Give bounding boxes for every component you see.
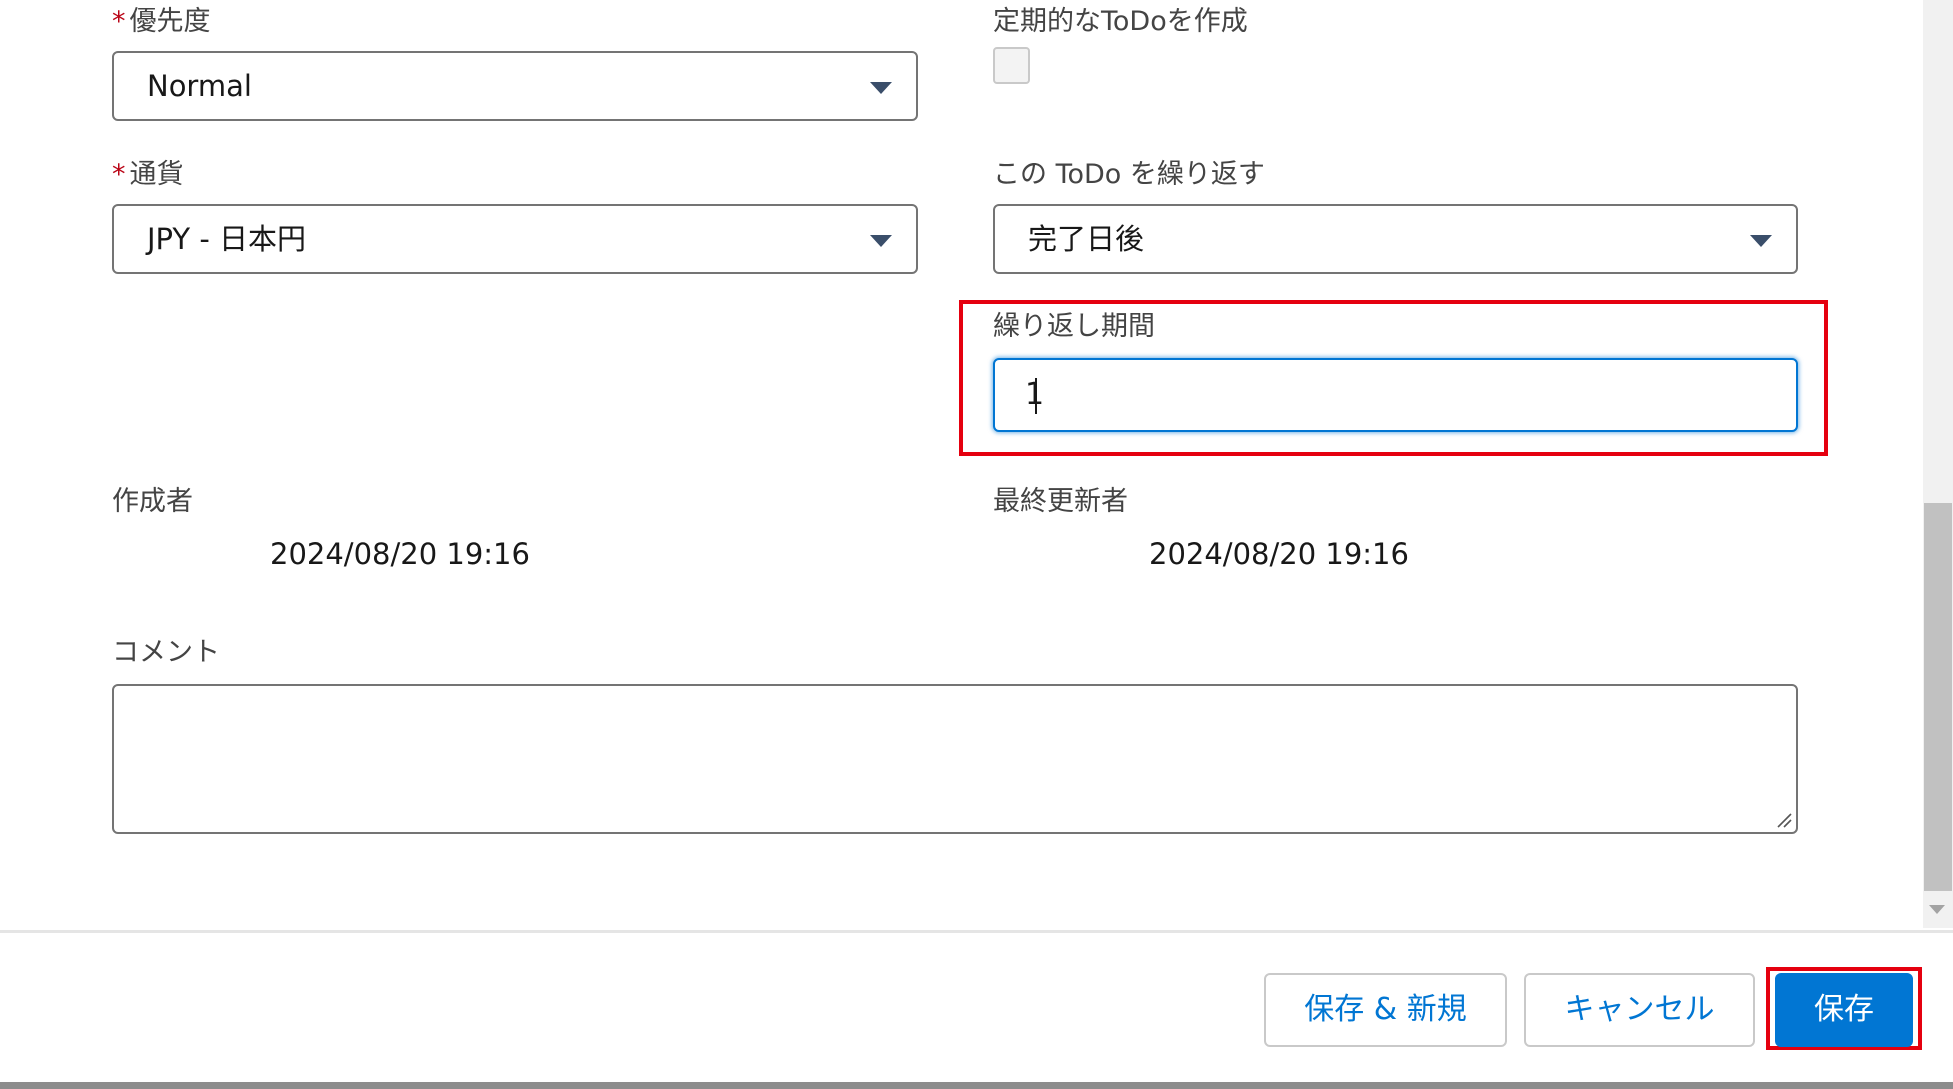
repeat-interval-label: 繰り返し期間 [993,311,1155,342]
comment-textarea[interactable] [112,684,1798,834]
repeat-todo-label: この ToDo を繰り返す [993,159,1265,190]
chevron-down-icon [1750,235,1772,247]
currency-select[interactable]: JPY - 日本円 [112,204,918,274]
created-by-label: 作成者 [112,486,193,517]
footer-bottom-bar [0,1082,1953,1089]
save-button[interactable]: 保存 [1775,973,1913,1047]
recurring-todo-label: 定期的なToDoを作成 [993,6,1248,37]
required-mark: * [112,6,126,37]
repeat-todo-select[interactable]: 完了日後 [993,204,1798,274]
resize-grip-icon[interactable] [1774,810,1792,828]
priority-select[interactable]: Normal [112,51,918,121]
repeat-interval-input[interactable]: 1 [993,358,1798,432]
currency-label: * 通貨 [112,159,184,190]
repeat-todo-value: 完了日後 [1028,222,1145,256]
required-mark: * [112,159,126,190]
chevron-down-icon [870,235,892,247]
recurring-todo-checkbox[interactable] [993,47,1030,84]
text-cursor [1035,378,1037,414]
last-modified-by-label: 最終更新者 [993,486,1128,517]
task-edit-form: * 優先度 Normal 定期的なToDoを作成 * 通貨 JPY - 日本円 この… [0,0,1953,1089]
comment-label: コメント [112,637,220,668]
currency-value: JPY - 日本円 [147,222,307,256]
scroll-down-arrow-icon[interactable] [1929,905,1945,914]
priority-value: Normal [147,69,252,103]
chevron-down-icon [870,82,892,94]
save-and-new-button[interactable]: 保存 & 新規 [1264,973,1507,1047]
priority-label: * 優先度 [112,6,211,37]
last-modified-by-value: 2024/08/20 19:16 [1149,537,1409,571]
scrollbar-thumb[interactable] [1924,503,1952,891]
created-by-value: 2024/08/20 19:16 [270,537,530,571]
cancel-button[interactable]: キャンセル [1524,973,1755,1047]
